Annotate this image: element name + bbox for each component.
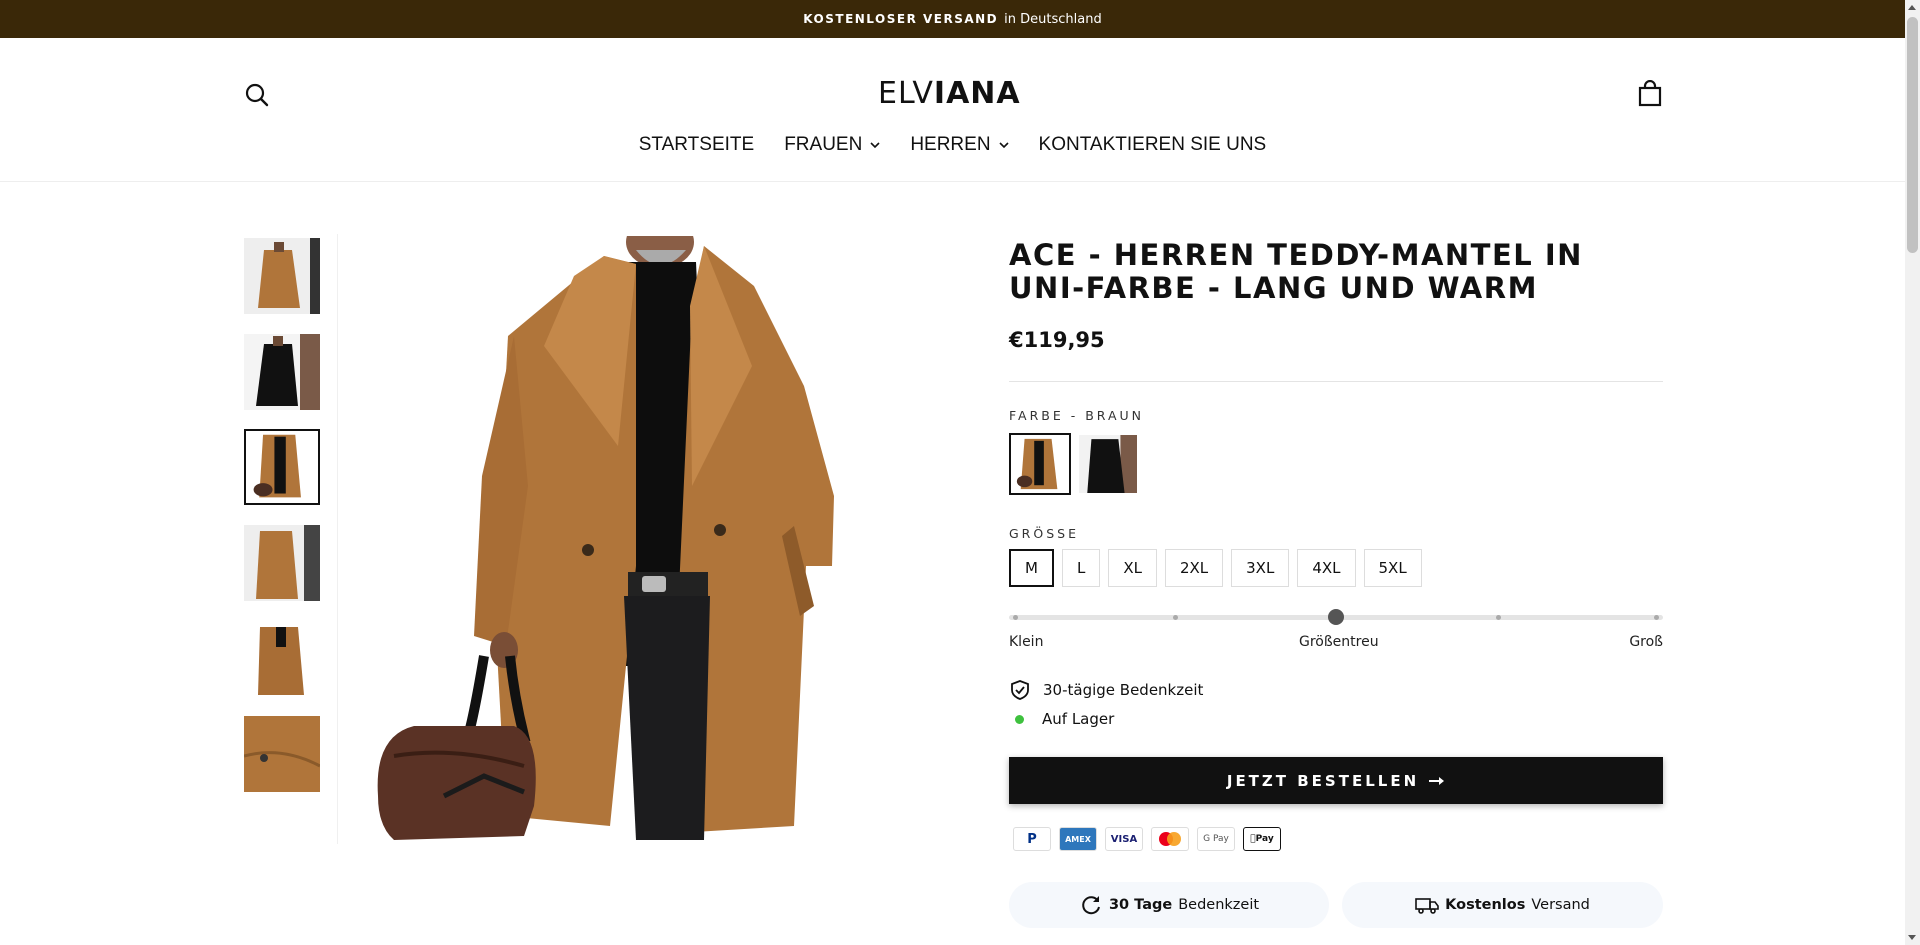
fit-scale-tick (1496, 615, 1501, 620)
main-product-image[interactable] (374, 236, 884, 840)
scrollbar[interactable] (1905, 0, 1920, 945)
gallery-divider (337, 234, 338, 844)
mastercard-icon (1151, 827, 1189, 851)
scrollbar-thumb[interactable] (1907, 17, 1918, 253)
google-pay-icon: G Pay (1197, 827, 1235, 851)
nav-kontakt[interactable]: KONTAKTIEREN SIE UNS (1039, 134, 1267, 156)
fit-scale-tick (1013, 615, 1018, 620)
nav-frauen[interactable]: FRAUEN (784, 134, 880, 156)
fit-label-high: Groß (1629, 634, 1663, 650)
thumbnail-1[interactable] (244, 238, 320, 314)
fit-label-mid: Größentreu (1299, 634, 1379, 650)
fit-scale-tick (1173, 615, 1178, 620)
in-stock-dot-icon (1015, 714, 1024, 724)
size-options: M L XL 2XL 3XL 4XL 5XL (1009, 549, 1422, 587)
arrow-right-icon (1429, 776, 1445, 785)
nav-label: HERREN (910, 134, 991, 155)
announcement-bar: KOSTENLOSER VERSAND in Deutschland (0, 0, 1905, 38)
size-label: GRÖSSE (1009, 526, 1079, 541)
nav-startseite[interactable]: STARTSEITE (639, 134, 754, 156)
apple-pay-icon: Pay (1243, 827, 1281, 851)
refresh-icon (1082, 896, 1100, 915)
thumbnail-4[interactable] (244, 525, 320, 601)
size-button-4xl[interactable]: 4XL (1297, 549, 1356, 587)
paypal-icon: P (1013, 827, 1051, 851)
feature-stock-label: Auf Lager (1042, 710, 1115, 728)
main-nav: STARTSEITE FRAUEN HERREN KONTAKTIEREN SI… (0, 134, 1905, 156)
scroll-down-icon[interactable] (1908, 935, 1916, 940)
truck-icon (1415, 898, 1439, 914)
nav-label: STARTSEITE (638, 134, 755, 155)
shipping-pill[interactable]: Kostenlos Versand (1342, 882, 1663, 928)
return-pill-text: Bedenkzeit (1178, 897, 1260, 913)
return-pill-bold: 30 Tage (1108, 897, 1173, 913)
nav-label: KONTAKTIEREN SIE UNS (1038, 134, 1267, 155)
thumbnail-5[interactable] (252, 621, 312, 697)
shipping-pill-bold: Kostenlos (1445, 897, 1526, 913)
size-button-3xl[interactable]: 3XL (1231, 549, 1290, 587)
logo[interactable]: ELVIANA (878, 76, 1021, 111)
size-button-2xl[interactable]: 2XL (1164, 549, 1224, 587)
fit-scale-tick (1654, 615, 1659, 620)
product-price: €119,95 (1009, 328, 1105, 352)
feature-stock: Auf Lager (1009, 710, 1114, 728)
shipping-pill-text: Versand (1531, 897, 1590, 913)
size-button-m[interactable]: M (1009, 549, 1054, 587)
chevron-down-icon (870, 142, 880, 149)
scroll-up-icon[interactable] (1908, 5, 1916, 10)
fit-label-low: Klein (1009, 634, 1044, 650)
thumbnail-2[interactable] (244, 334, 320, 410)
chevron-down-icon (998, 142, 1009, 149)
size-button-xl[interactable]: XL (1108, 549, 1157, 587)
color-swatch-braun[interactable] (1009, 433, 1071, 495)
order-now-label: JETZT BESTELLEN (1226, 771, 1420, 790)
fit-scale-indicator (1328, 609, 1344, 625)
amex-icon: AMEX (1059, 827, 1097, 851)
logo-bold: IANA (933, 76, 1021, 111)
size-button-l[interactable]: L (1061, 549, 1101, 587)
divider (1009, 381, 1663, 382)
search-icon[interactable] (244, 82, 270, 108)
cart-icon[interactable] (1636, 79, 1664, 108)
thumbnail-6[interactable] (244, 716, 320, 792)
shield-check-icon (1011, 680, 1029, 700)
color-swatch-schwarz[interactable] (1077, 433, 1139, 495)
feature-return-label: 30-tägige Bedenkzeit (1043, 681, 1204, 699)
size-button-5xl[interactable]: 5XL (1363, 549, 1422, 587)
thumbnail-3[interactable] (244, 429, 320, 505)
announcement-bold: KOSTENLOSER VERSAND (803, 12, 999, 26)
product-title: ACE - HERREN TEDDY-MANTEL IN UNI-FARBE -… (1009, 238, 1583, 305)
announcement-text: in Deutschland (1004, 11, 1102, 27)
order-now-button[interactable]: JETZT BESTELLEN (1009, 757, 1663, 804)
visa-icon: VISA (1105, 827, 1143, 851)
return-pill[interactable]: 30 Tage Bedenkzeit (1009, 882, 1329, 928)
nav-herren[interactable]: HERREN (910, 134, 1009, 156)
site-header: ELVIANA STARTSEITE FRAUEN HERREN KONTAKT… (0, 38, 1905, 182)
payment-methods: P AMEX VISA G Pay Pay (1013, 827, 1281, 851)
color-label: FARBE - BRAUN (1009, 408, 1145, 423)
logo-thin: ELV (878, 76, 934, 111)
feature-return: 30-tägige Bedenkzeit (1009, 679, 1203, 701)
nav-label: FRAUEN (784, 134, 863, 155)
